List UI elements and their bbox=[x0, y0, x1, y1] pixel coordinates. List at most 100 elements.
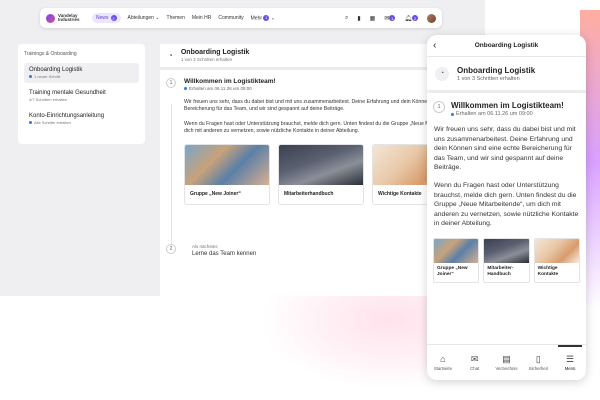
next-step-title: Lerne das Team kennen bbox=[192, 251, 257, 257]
card-new-joiner-group[interactable]: Gruppe „New Joiner“ bbox=[433, 237, 480, 283]
sidebar-item-label: Konto-Einrichtungsanleitung bbox=[29, 113, 105, 119]
mobile-preview: ‹ Onboarding Logistik ◔ Onboarding Logis… bbox=[427, 35, 586, 380]
nav-item-news[interactable]: News 2 bbox=[92, 13, 121, 23]
bell-icon[interactable]: 🔔︎ 2 bbox=[404, 15, 418, 22]
mobile-post-paragraph-2: Wenn du Fragen hast oder Unterstützung b… bbox=[434, 181, 579, 228]
mobile-step-post: 1 Willkommen im Logistikteam! Erhalten a… bbox=[427, 93, 586, 117]
home-icon: ⌂ bbox=[440, 353, 446, 364]
tab-label: Menü bbox=[564, 365, 576, 371]
mobile-module-header: ◔ Onboarding Logistik 1 von 3 Schritten … bbox=[427, 57, 586, 93]
bell-count-badge: 2 bbox=[412, 15, 418, 21]
sidebar-item-status: Alle Schritte erhalten bbox=[29, 120, 134, 125]
training-module-icon: ◔ bbox=[168, 51, 173, 60]
tab-label: Verzeichnis bbox=[495, 365, 518, 371]
nav-abteilungen-label: Abteilungen bbox=[127, 15, 154, 21]
step-number: 1 bbox=[166, 78, 176, 88]
chat-count-badge: 1 bbox=[389, 15, 396, 21]
nav-item-abteilungen[interactable]: Abteilungen ⌄ bbox=[128, 15, 160, 21]
tab-label: Sicherheit bbox=[528, 365, 548, 371]
chevron-down-icon: ⌄ bbox=[155, 15, 160, 21]
module-progress: 1 von 3 Schritten erhalten bbox=[180, 57, 233, 62]
card-employee-handbook[interactable]: Mitarbeiterhandbuch bbox=[278, 144, 364, 205]
card-label: Mitarbeiter-Handbuch bbox=[487, 265, 514, 277]
tab-menu[interactable]: ☰ Menü bbox=[554, 345, 586, 380]
group-photo-image bbox=[185, 145, 269, 185]
mobile-post-title: Willkommen im Logistikteam! bbox=[451, 101, 564, 110]
mobile-card-list: Gruppe „New Joiner“ Mitarbeiter-Handbuch… bbox=[427, 229, 586, 283]
card-label: Wichtige Kontakte bbox=[537, 265, 559, 277]
card-employee-handbook[interactable]: Mitarbeiter-Handbuch bbox=[483, 237, 530, 283]
tab-label: Startseite bbox=[433, 365, 452, 371]
search-icon[interactable]: ⌕ bbox=[345, 15, 348, 22]
nav-item-themen[interactable]: Themen bbox=[167, 15, 185, 21]
sidebar-item-status-text: Alle Schritte erhalten bbox=[34, 120, 71, 125]
nav-mehr-label: Mehr bbox=[250, 15, 263, 22]
card-label: Gruppe „New Joiner“ bbox=[437, 265, 468, 277]
sidebar-item-onboarding-logistik[interactable]: Onboarding Logistik 1 neuer Schritt bbox=[24, 63, 139, 83]
top-icon-group: ⌕ ▮ ▦ ✉ 1 🔔︎ 2 bbox=[345, 13, 436, 23]
night-sky-image bbox=[279, 145, 363, 185]
sidebar-item-status: 1 neuer Schritt bbox=[29, 74, 134, 79]
sidebar-item-konto-einrichtungsanleitung[interactable]: Konto-Einrichtungsanleitung Alle Schritt… bbox=[24, 109, 139, 129]
module-title: Onboarding Logistik bbox=[180, 49, 250, 56]
card-new-joiner-group[interactable]: Gruppe „New Joiner“ bbox=[184, 144, 270, 205]
status-dot-icon bbox=[29, 121, 32, 124]
nav-item-mein-hr[interactable]: Mein HR bbox=[192, 15, 211, 21]
mobile-post-meta: Erhalten am 06.11.26 um 09:00 bbox=[451, 111, 564, 117]
new-dot-icon bbox=[29, 75, 32, 78]
mobile-tab-bar: ⌂ Startseite ✉ Chat ▤ Verzeichnis ▯ Sicherhe… bbox=[427, 344, 586, 380]
chevron-down-icon: ⌄ bbox=[270, 15, 276, 22]
card-label: Gruppe „New Joiner“ bbox=[190, 191, 241, 197]
top-navigation-bar: Vandelay Industries News 2 Abteilungen ⌄… bbox=[40, 8, 442, 28]
card-label: Mitarbeiterhandbuch bbox=[284, 191, 334, 197]
document-icon: ▯ bbox=[535, 353, 541, 364]
tab-verzeichnis[interactable]: ▤ Verzeichnis bbox=[491, 345, 523, 380]
sidebar-item-label: Onboarding Logistik bbox=[29, 67, 83, 73]
sidebar-item-status: 4/7 Schritten erhalten bbox=[29, 97, 68, 102]
nav-item-community[interactable]: Community bbox=[218, 15, 243, 21]
nav-item-mehr[interactable]: Mehr 1 ⌄ bbox=[250, 14, 276, 22]
tab-startseite[interactable]: ⌂ Startseite bbox=[427, 345, 459, 380]
chat-icon: ✉ bbox=[470, 353, 479, 364]
news-count-badge: 2 bbox=[110, 15, 117, 21]
tab-label: Chat bbox=[470, 365, 480, 371]
night-sky-image bbox=[484, 238, 529, 263]
mobile-module-title: Onboarding Logistik bbox=[457, 65, 536, 75]
company-logo[interactable]: Vandelay Industries bbox=[46, 12, 84, 23]
step-connector-line bbox=[171, 104, 172, 244]
directory-icon: ▤ bbox=[502, 353, 511, 364]
group-photo-image bbox=[434, 238, 479, 263]
sidebar-item-training-mentale-gesundheit[interactable]: Training mentale Gesundheit 4/7 Schritte… bbox=[24, 86, 139, 106]
logo-text: Vandelay Industries bbox=[58, 12, 80, 22]
logo-mark-icon bbox=[46, 13, 55, 23]
apps-grid-icon[interactable]: ▦ bbox=[370, 15, 376, 22]
menu-icon: ☰ bbox=[566, 353, 575, 364]
mobile-post-paragraph-1: Wir freuen uns sehr, dass du dabei bist … bbox=[434, 126, 576, 172]
mobile-header: ‹ Onboarding Logistik bbox=[427, 35, 586, 57]
post-meta-text: Erhalten am 06.11.26 um 09:00 bbox=[189, 86, 252, 91]
next-step-label: Als nächstes bbox=[192, 244, 218, 249]
card-important-contacts[interactable]: Wichtige Kontakte bbox=[533, 237, 580, 283]
tab-chat[interactable]: ✉ Chat bbox=[459, 345, 491, 380]
tab-sicherheit[interactable]: ▯ Sicherheit bbox=[522, 345, 554, 380]
received-dot-icon bbox=[184, 87, 187, 90]
contacts-image bbox=[534, 238, 579, 263]
mobile-post-meta-text: Erhalten am 06.11.26 um 09:00 bbox=[456, 111, 533, 117]
mobile-module-progress: 1 von 3 Schritten erhalten bbox=[457, 75, 520, 82]
sidebar-item-status-text: 1 neuer Schritt bbox=[34, 74, 61, 79]
training-module-icon: ◔ bbox=[435, 66, 449, 81]
avatar[interactable] bbox=[427, 13, 436, 23]
sidebar-item-label: Training mentale Gesundheit bbox=[29, 90, 106, 96]
step-number: 1 bbox=[433, 101, 445, 113]
step-number: 2 bbox=[166, 244, 176, 254]
nav-news-label: News bbox=[96, 15, 109, 21]
chat-icon[interactable]: ✉ 1 bbox=[384, 15, 396, 22]
desktop-window: Vandelay Industries News 2 Abteilungen ⌄… bbox=[0, 0, 485, 296]
mehr-count-badge: 1 bbox=[263, 14, 270, 21]
received-dot-icon bbox=[451, 112, 454, 116]
bookmark-icon[interactable]: ▮ bbox=[357, 15, 360, 22]
trainings-sidebar: Trainings & Onboarding Onboarding Logist… bbox=[18, 44, 145, 144]
next-step[interactable]: 2 Als nächstes Lerne das Team kennen bbox=[166, 244, 256, 257]
sidebar-title: Trainings & Onboarding bbox=[24, 51, 77, 57]
mobile-header-title: Onboarding Logistik bbox=[474, 42, 539, 49]
